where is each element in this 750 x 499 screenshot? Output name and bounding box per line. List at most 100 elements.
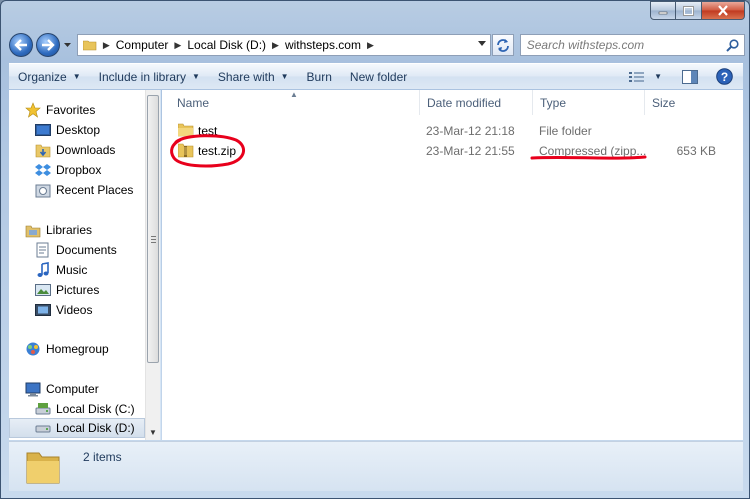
dropbox-icon xyxy=(35,162,51,178)
breadcrumb-withsteps[interactable]: withsteps.com xyxy=(281,38,365,52)
sort-ascending-icon: ▲ xyxy=(290,90,298,99)
nav-computer[interactable]: Computer xyxy=(25,379,161,399)
recent-pages-dropdown[interactable] xyxy=(63,33,73,57)
drive-d-icon xyxy=(35,420,51,436)
file-name: test.zip xyxy=(198,144,237,158)
back-button[interactable] xyxy=(9,33,33,57)
homegroup-icon xyxy=(25,341,41,357)
scroll-down-arrow-icon[interactable]: ▼ xyxy=(149,428,157,437)
chevron-down-icon: ▼ xyxy=(192,72,200,81)
breadcrumb-separator-icon[interactable]: ▶ xyxy=(365,40,376,51)
recent-places-icon xyxy=(35,182,51,198)
breadcrumb-local-disk-d[interactable]: Local Disk (D:) xyxy=(183,38,270,52)
computer-icon xyxy=(25,381,41,397)
column-headers: Name ▲ Date modified Type Size xyxy=(162,90,743,115)
close-icon xyxy=(718,5,728,16)
forward-button[interactable] xyxy=(35,33,60,57)
file-row[interactable]: test.zip 23-Mar-12 21:55 Compressed (zip… xyxy=(162,141,743,161)
nav-downloads-label: Downloads xyxy=(56,143,116,157)
star-icon xyxy=(25,102,41,118)
file-type: File folder xyxy=(539,124,592,138)
zip-folder-icon xyxy=(178,143,194,158)
close-button[interactable] xyxy=(702,1,745,20)
column-name-label: Name xyxy=(177,95,210,110)
folder-icon xyxy=(26,452,60,483)
breadcrumb-separator-icon[interactable]: ▶ xyxy=(270,40,281,51)
breadcrumb-computer[interactable]: Computer xyxy=(112,38,173,52)
nav-favorites[interactable]: Favorites xyxy=(25,100,161,120)
nav-documents-label: Documents xyxy=(56,243,117,257)
file-size: 653 KB xyxy=(676,144,716,158)
preview-pane-icon xyxy=(682,69,698,84)
nav-local-disk-d[interactable]: Local Disk (D:) xyxy=(9,418,145,438)
nav-local-disk-d-label: Local Disk (D:) xyxy=(56,421,135,435)
search-icon[interactable] xyxy=(726,39,739,52)
file-date: 23-Mar-12 21:18 xyxy=(426,124,515,138)
documents-icon xyxy=(35,242,51,258)
nav-scroll-thumb[interactable] xyxy=(147,95,159,363)
search-input[interactable] xyxy=(526,38,717,52)
nav-music-label: Music xyxy=(56,263,88,277)
breadcrumb-separator-icon[interactable]: ▶ xyxy=(172,40,183,51)
chevron-down-icon: ▼ xyxy=(72,72,81,81)
grip-icon xyxy=(151,236,156,243)
column-size-label: Size xyxy=(652,95,676,110)
include-in-library-button[interactable]: Include in library ▼ xyxy=(90,64,209,90)
share-with-button[interactable]: Share with ▼ xyxy=(209,64,298,90)
file-type: Compressed (zipp... xyxy=(539,144,647,158)
column-type[interactable]: Type xyxy=(533,90,645,115)
burn-label: Burn xyxy=(306,69,332,84)
view-controls: ▼ ? xyxy=(623,64,743,90)
column-type-label: Type xyxy=(540,95,567,110)
include-in-library-label: Include in library xyxy=(98,69,186,84)
organize-label: Organize xyxy=(18,69,67,84)
breadcrumb-separator-icon[interactable]: ▶ xyxy=(101,40,112,51)
share-with-label: Share with xyxy=(217,69,275,84)
pictures-icon xyxy=(35,282,51,298)
burn-button[interactable]: Burn xyxy=(298,64,341,90)
file-date: 23-Mar-12 21:55 xyxy=(426,144,515,158)
new-folder-label: New folder xyxy=(349,69,408,84)
nav-pictures-label: Pictures xyxy=(56,283,100,297)
change-view-button[interactable]: ▼ xyxy=(623,71,668,83)
chevron-down-icon[interactable]: ▼ xyxy=(654,72,662,81)
column-size[interactable]: Size xyxy=(645,90,743,115)
back-arrow-icon xyxy=(14,39,27,51)
minimize-button[interactable] xyxy=(650,1,676,20)
help-button[interactable]: ? xyxy=(710,68,739,85)
refresh-button[interactable] xyxy=(491,34,514,56)
videos-icon xyxy=(35,302,51,318)
command-bar: Organize ▼ Include in library ▼ Share with… xyxy=(9,63,743,89)
nav-recent-places-label: Recent Places xyxy=(56,183,134,197)
file-name: test xyxy=(198,124,218,138)
nav-homegroup-label: Homegroup xyxy=(46,342,109,356)
forward-arrow-icon xyxy=(41,39,55,51)
address-history-chevron-icon[interactable] xyxy=(477,41,486,47)
minimize-icon xyxy=(658,11,668,14)
organize-button[interactable]: Organize ▼ xyxy=(9,64,90,90)
address-bar[interactable]: ▶ Computer ▶ Local Disk (D:) ▶ withsteps… xyxy=(76,34,491,56)
details-view-icon xyxy=(629,71,645,82)
maximize-icon xyxy=(683,5,694,16)
refresh-icon xyxy=(496,39,509,52)
nav-homegroup[interactable]: Homegroup xyxy=(25,339,161,359)
search-box[interactable] xyxy=(519,34,745,56)
new-folder-button[interactable]: New folder xyxy=(341,64,416,90)
navigation-pane: Favorites Desktop Downloads Dropbox Rece… xyxy=(9,90,161,440)
desktop-icon xyxy=(35,122,51,138)
file-list-pane: Name ▲ Date modified Type Size test 23-M… xyxy=(162,90,743,440)
nav-scrollbar[interactable]: ▼ xyxy=(145,90,160,440)
column-date-modified[interactable]: Date modified xyxy=(420,90,533,115)
folder-icon xyxy=(178,123,194,137)
nav-libraries[interactable]: Libraries xyxy=(25,220,161,240)
details-pane: 2 items xyxy=(9,441,743,491)
maximize-button[interactable] xyxy=(676,1,702,20)
drive-c-icon xyxy=(35,401,51,417)
libraries-icon xyxy=(25,222,41,238)
preview-pane-button[interactable] xyxy=(676,69,704,84)
file-row[interactable]: test 23-Mar-12 21:18 File folder xyxy=(162,121,743,141)
address-folder-icon xyxy=(78,39,101,51)
nav-desktop-label: Desktop xyxy=(56,123,101,137)
svg-text:?: ? xyxy=(721,70,728,84)
downloads-folder-icon xyxy=(35,142,51,158)
